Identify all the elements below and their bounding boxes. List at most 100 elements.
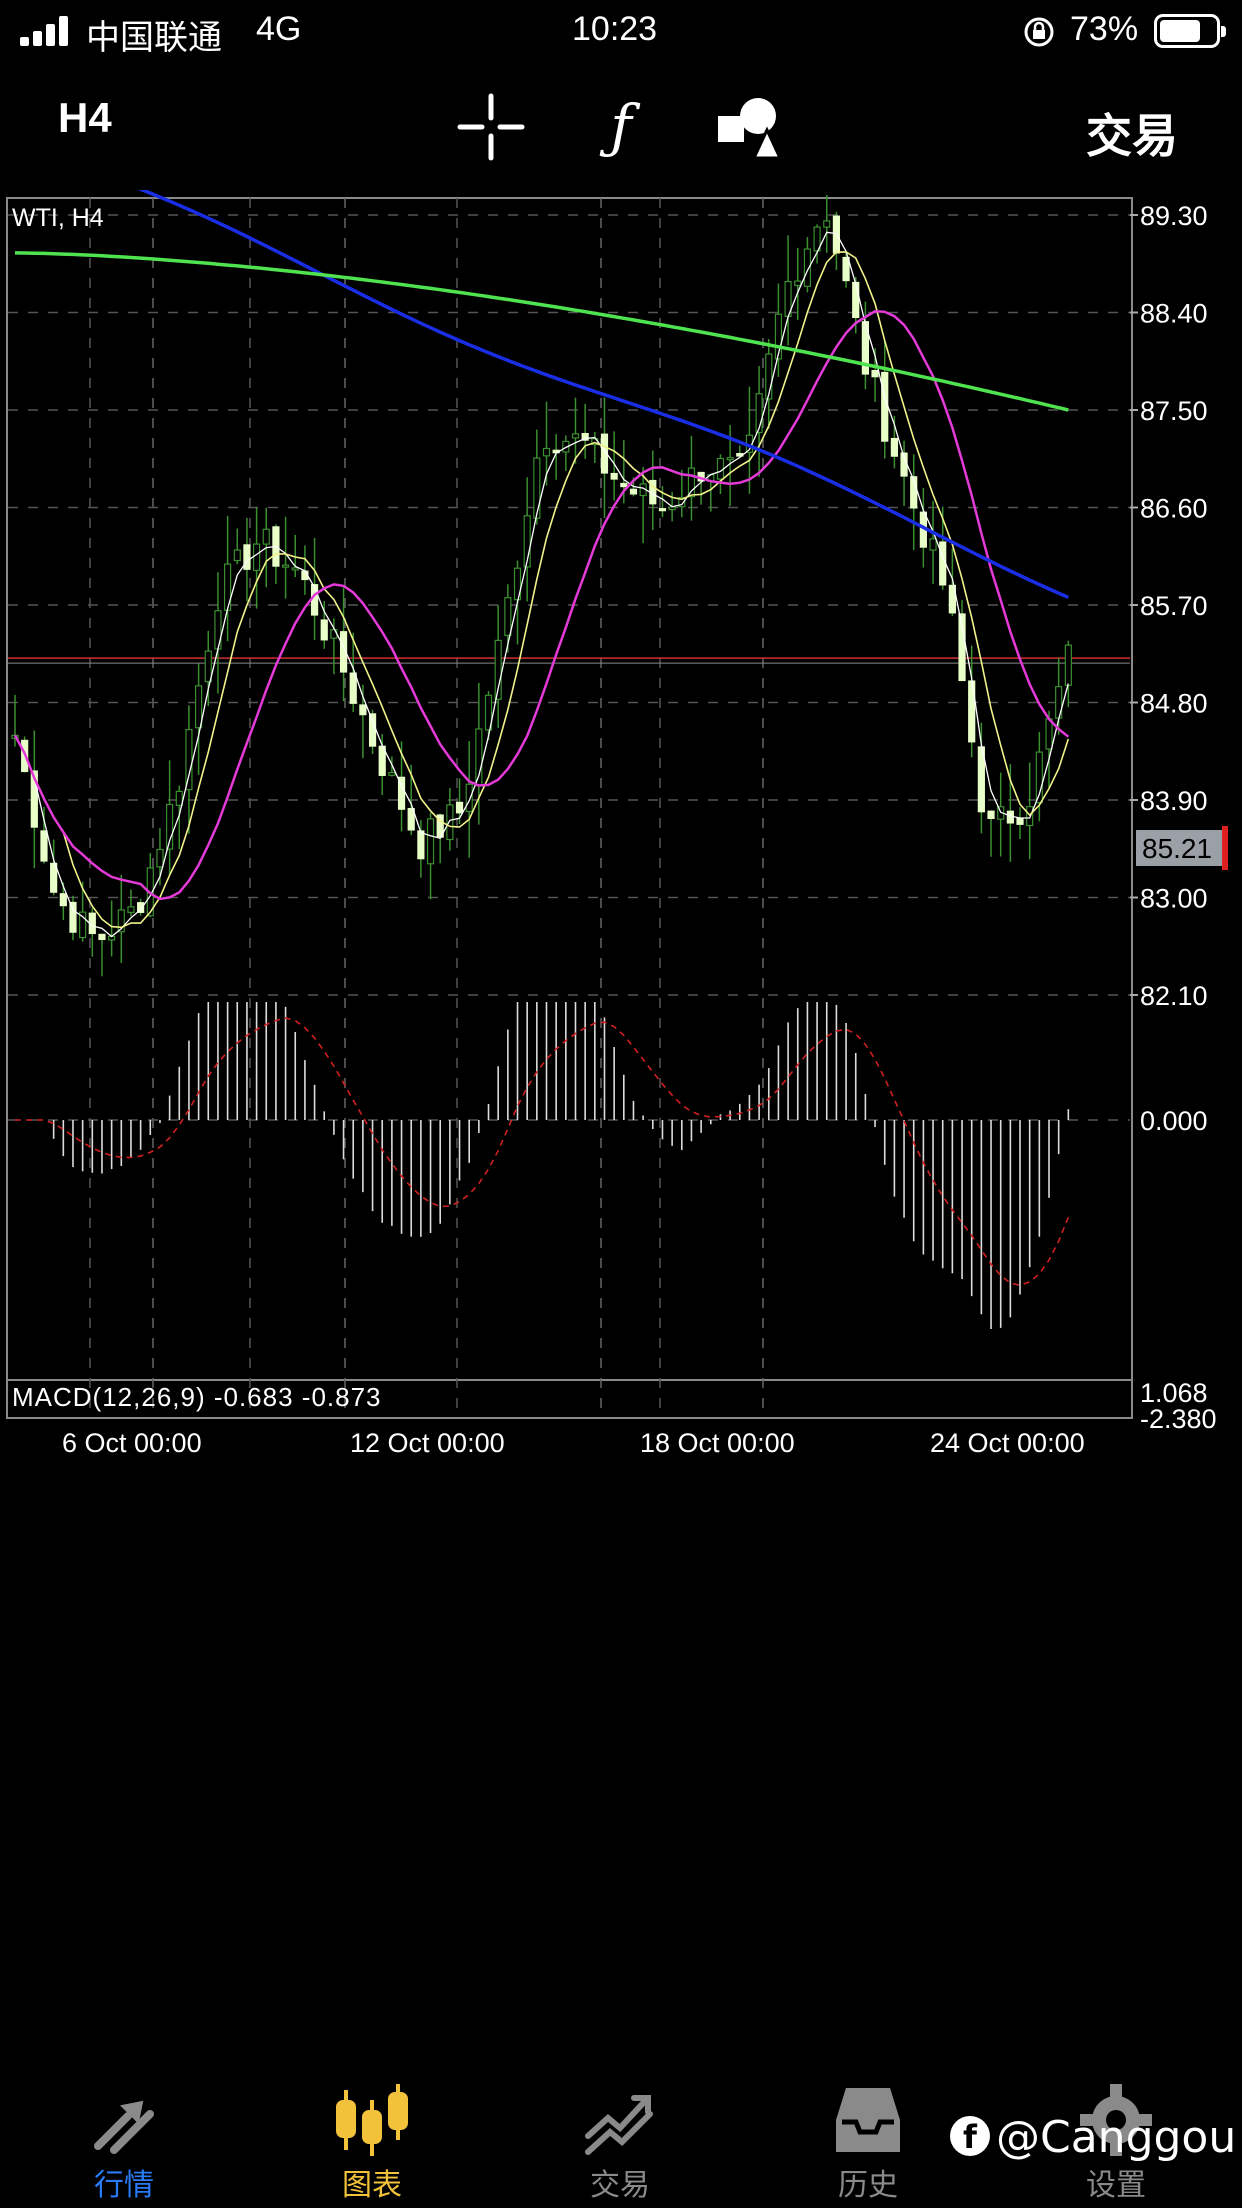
candle-body	[50, 862, 58, 893]
price-tick-label: 83.90	[1140, 786, 1208, 816]
price-axis: 89.30 88.40 87.50 86.60 85.70 84.80 83.90 83.00…	[1130, 201, 1208, 1011]
candle-body	[610, 472, 618, 480]
nav-label: 行情	[94, 2169, 154, 2202]
candle-body	[1006, 810, 1014, 824]
watermark-text: @Canggou	[996, 2112, 1237, 2163]
candle-body	[359, 704, 367, 716]
candle-body	[620, 482, 628, 488]
symbol-label: WTI, H4	[12, 204, 104, 232]
battery-icon	[1154, 14, 1226, 48]
date-tick-label: 24 Oct 00:00	[930, 1428, 1085, 1458]
candle-body	[987, 810, 995, 820]
candle-body	[1045, 718, 1053, 750]
objects-icon[interactable]	[714, 92, 784, 162]
candle-body	[417, 830, 425, 860]
price-tick-label: 88.40	[1140, 299, 1208, 329]
chart-canvas[interactable]: WTI, H4 MACD(12,26,9) -0.683 -0.873 89.3…	[0, 190, 1242, 2050]
candle-body	[175, 790, 183, 806]
signal-icon	[20, 16, 74, 46]
trade-icon	[585, 2095, 653, 2155]
price-tick-label: 82.10	[1140, 981, 1208, 1011]
function-icon[interactable]: ƒ	[586, 92, 656, 162]
nav-item-quotes[interactable]: 行情	[0, 2060, 248, 2208]
candle-body	[571, 433, 580, 439]
trade-button[interactable]: 交易	[1086, 100, 1178, 166]
macd-signal-line	[15, 1017, 1070, 1287]
macd-tick-label: -2.380	[1140, 1404, 1217, 1434]
candle-body	[195, 685, 203, 729]
candle-body	[252, 543, 261, 572]
candle-body	[687, 467, 696, 498]
watermark: f @Canggou	[950, 2112, 1236, 2163]
network-label: 4G	[256, 10, 302, 48]
candle-body	[281, 564, 290, 568]
current-price-value: 85.21	[1142, 833, 1212, 864]
ma-green-line	[14, 251, 1069, 412]
candle-body	[465, 783, 473, 813]
candle-body	[542, 447, 551, 457]
chart-frame	[6, 197, 1133, 1419]
price-tick-label: 86.60	[1140, 494, 1208, 524]
candle-body	[320, 619, 328, 641]
candle-body	[262, 528, 270, 545]
candle-body	[310, 584, 319, 616]
ma-white-line	[14, 231, 1069, 938]
candle-body	[243, 544, 251, 570]
candle-body	[388, 771, 396, 776]
battery-percent: 73%	[1070, 10, 1139, 48]
date-tick-label: 18 Oct 00:00	[640, 1428, 795, 1458]
chart-icon	[336, 2084, 408, 2156]
crosshair-icon[interactable]	[456, 92, 526, 162]
candle-body	[658, 508, 667, 512]
candle-body	[368, 713, 377, 747]
candle-body	[446, 804, 454, 841]
nav-label: 交易	[590, 2169, 650, 2202]
candle-body	[233, 549, 241, 562]
carrier-label: 中国联通	[86, 19, 222, 57]
macd-axis: 1.0680.000-2.380	[1140, 1106, 1217, 1434]
candle-body	[823, 220, 831, 228]
price-tick-label: 87.50	[1140, 396, 1208, 426]
timeframe-button[interactable]: H4	[58, 94, 112, 142]
candle-body	[69, 901, 77, 933]
candle-body	[726, 457, 734, 461]
macd-histogram	[15, 1002, 1070, 1330]
price-tick-label: 85.70	[1140, 591, 1208, 621]
price-tick-label: 89.30	[1140, 201, 1208, 231]
candle-body	[185, 729, 193, 791]
status-bar: 中国联通 4G 10:23 73%	[0, 0, 1242, 62]
candle-body	[349, 672, 357, 704]
nav-item-chart[interactable]: 图表	[248, 2060, 496, 2208]
candle-body	[204, 650, 212, 683]
candle-body	[794, 280, 802, 287]
price-tick-label: 83.00	[1140, 884, 1208, 914]
candle-body	[1064, 644, 1072, 686]
macd-tick-label: 0.000	[1140, 1106, 1208, 1136]
rotation-lock-icon	[1024, 17, 1054, 47]
candle-body	[629, 488, 638, 495]
candle-body	[842, 256, 850, 282]
macd-label: MACD(12,26,9) -0.683 -0.873	[12, 1382, 382, 1412]
time-axis: 6 Oct 00:00 12 Oct 00:00 18 Oct 00:00 24 Oc…	[62, 1428, 1085, 1458]
candle-body	[98, 933, 106, 941]
candle-body	[291, 567, 299, 571]
date-tick-label: 6 Oct 00:00	[62, 1428, 202, 1458]
candle-body	[59, 893, 67, 907]
chart-toolbar: H4 ƒ 交易	[0, 72, 1242, 182]
history-icon	[836, 2088, 900, 2152]
svg-text:ƒ: ƒ	[599, 92, 641, 160]
ma-blue-line	[137, 190, 1070, 600]
candle-body	[939, 541, 947, 586]
nav-label: 历史	[838, 2169, 898, 2202]
date-tick-label: 12 Oct 00:00	[350, 1428, 505, 1458]
candle-body	[871, 369, 879, 378]
candle-body	[881, 371, 889, 442]
candle-body	[504, 597, 512, 636]
candle-body	[156, 848, 164, 868]
price-chart[interactable]: WTI, H4 MACD(12,26,9) -0.683 -0.873 89.3…	[0, 190, 1242, 2050]
candle-body	[852, 281, 860, 319]
candle-body	[127, 906, 135, 914]
facebook-icon: f	[950, 2116, 990, 2156]
nav-label: 图表	[342, 2169, 402, 2202]
nav-item-trade[interactable]: 交易	[496, 2060, 744, 2208]
